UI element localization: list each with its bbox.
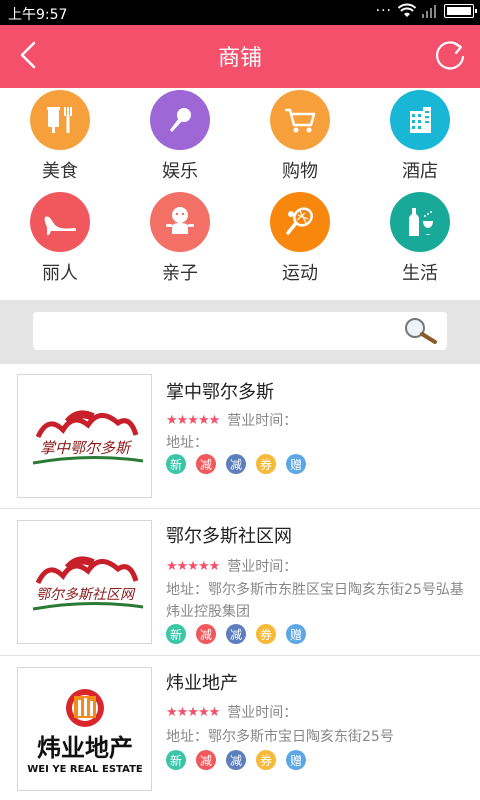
shop-address: 地址： [166, 435, 208, 451]
tag-gift: 赠 [286, 624, 306, 644]
shop-item[interactable]: 鄂尔多斯社区网 鄂尔多斯社区网 ★★★★★ 营业时间： 地址：鄂尔多斯市东胜区宝… [0, 510, 480, 656]
rating-stars: ★★★★★ [166, 412, 220, 428]
refresh-icon [436, 41, 465, 70]
tag-gift: 赠 [286, 454, 306, 474]
promo-tags: 新 减 减 券 赠 [166, 454, 306, 474]
tag-coupon: 券 [256, 750, 276, 770]
tag-coupon: 券 [256, 454, 276, 474]
category-label: 亲子 [162, 263, 198, 284]
category-label: 娱乐 [162, 161, 198, 182]
shop-address: 地址：鄂尔多斯市宝日陶亥东街25号 [166, 729, 394, 745]
search-section [0, 300, 480, 364]
shop-address: 地址：鄂尔多斯市东胜区宝日陶亥东街25号弘基炜业控股集团 [166, 582, 464, 620]
svg-text:鄂尔多斯社区网: 鄂尔多斯社区网 [36, 587, 136, 603]
wifi-icon [398, 3, 416, 17]
category-beauty[interactable]: 丽人 [0, 190, 120, 290]
tag-coupon: 券 [256, 624, 276, 644]
tag-gift: 赠 [286, 750, 306, 770]
status-bar: 上午9:57 ··· [0, 0, 480, 25]
search-button[interactable] [401, 316, 441, 346]
tag-new: 新 [166, 624, 186, 644]
shop-rating: ★★★★★ 营业时间： [166, 702, 297, 722]
status-time: 上午9:57 [8, 7, 68, 23]
category-sports[interactable]: 运动 [240, 190, 360, 290]
tag-new: 新 [166, 454, 186, 474]
category-grid: 美食 娱乐 购物 酒店 丽人 亲子 运动 生活 [0, 88, 480, 300]
business-hours: 营业时间： [227, 559, 298, 575]
tag-discount: 减 [226, 750, 246, 770]
shop-logo: 鄂尔多斯社区网 [17, 520, 152, 644]
hotel-icon [390, 90, 450, 150]
svg-text:炜业地产: 炜业地产 [37, 734, 133, 762]
shop-logo: 炜业地产 WEI YE REAL ESTATE [17, 667, 152, 791]
shop-rating: ★★★★★ 营业时间： [166, 556, 297, 576]
category-hotel[interactable]: 酒店 [360, 88, 480, 188]
category-label: 美食 [42, 161, 78, 182]
rating-stars: ★★★★★ [166, 558, 220, 574]
app-header: 商铺 [0, 25, 480, 88]
food-icon [30, 90, 90, 150]
category-shopping[interactable]: 购物 [240, 88, 360, 188]
category-food[interactable]: 美食 [0, 88, 120, 188]
svg-text:掌中鄂尔多斯: 掌中鄂尔多斯 [40, 439, 133, 457]
magnifier-icon [405, 318, 437, 344]
high-heel-icon [30, 192, 90, 252]
shop-item[interactable]: 炜业地产 WEI YE REAL ESTATE 炜业地产 ★★★★★ 营业时间：… [0, 657, 480, 800]
rating-stars: ★★★★★ [166, 704, 220, 720]
system-icons: ··· [375, 3, 477, 19]
promo-tags: 新 减 减 券 赠 [166, 750, 306, 770]
shop-name: 掌中鄂尔多斯 [166, 382, 274, 403]
tag-discount: 减 [196, 624, 216, 644]
shop-name: 炜业地产 [166, 673, 238, 694]
tag-discount: 减 [196, 454, 216, 474]
cart-icon [270, 90, 330, 150]
shop-item[interactable]: 掌中鄂尔多斯 掌中鄂尔多斯 ★★★★★ 营业时间： 地址： 新 减 减 券 赠 [0, 364, 480, 509]
shop-name: 鄂尔多斯社区网 [166, 526, 292, 547]
svg-text:WEI YE REAL ESTATE: WEI YE REAL ESTATE [27, 764, 143, 775]
shop-logo: 掌中鄂尔多斯 [17, 374, 152, 498]
category-parenting[interactable]: 亲子 [120, 190, 240, 290]
category-life[interactable]: 生活 [360, 190, 480, 290]
search-input[interactable] [33, 312, 393, 350]
category-label: 酒店 [402, 161, 438, 182]
category-label: 丽人 [42, 263, 78, 284]
baby-icon [150, 192, 210, 252]
battery-icon [444, 4, 477, 18]
microphone-icon [150, 90, 210, 150]
notification-dots: ··· [375, 3, 392, 19]
refresh-button[interactable] [430, 35, 470, 75]
tag-new: 新 [166, 750, 186, 770]
tag-discount: 减 [226, 454, 246, 474]
business-hours: 营业时间： [227, 705, 298, 721]
tag-discount: 减 [226, 624, 246, 644]
category-entertainment[interactable]: 娱乐 [120, 88, 240, 188]
category-label: 购物 [282, 161, 318, 182]
signal-icon [422, 5, 436, 18]
wine-icon [390, 192, 450, 252]
category-label: 运动 [282, 263, 318, 284]
tag-discount: 减 [196, 750, 216, 770]
search-box [33, 312, 447, 350]
tennis-icon [270, 192, 330, 252]
promo-tags: 新 减 减 券 赠 [166, 624, 306, 644]
shop-rating: ★★★★★ 营业时间： [166, 410, 297, 430]
page-title: 商铺 [217, 46, 262, 71]
category-label: 生活 [402, 263, 438, 284]
business-hours: 营业时间： [227, 413, 298, 429]
